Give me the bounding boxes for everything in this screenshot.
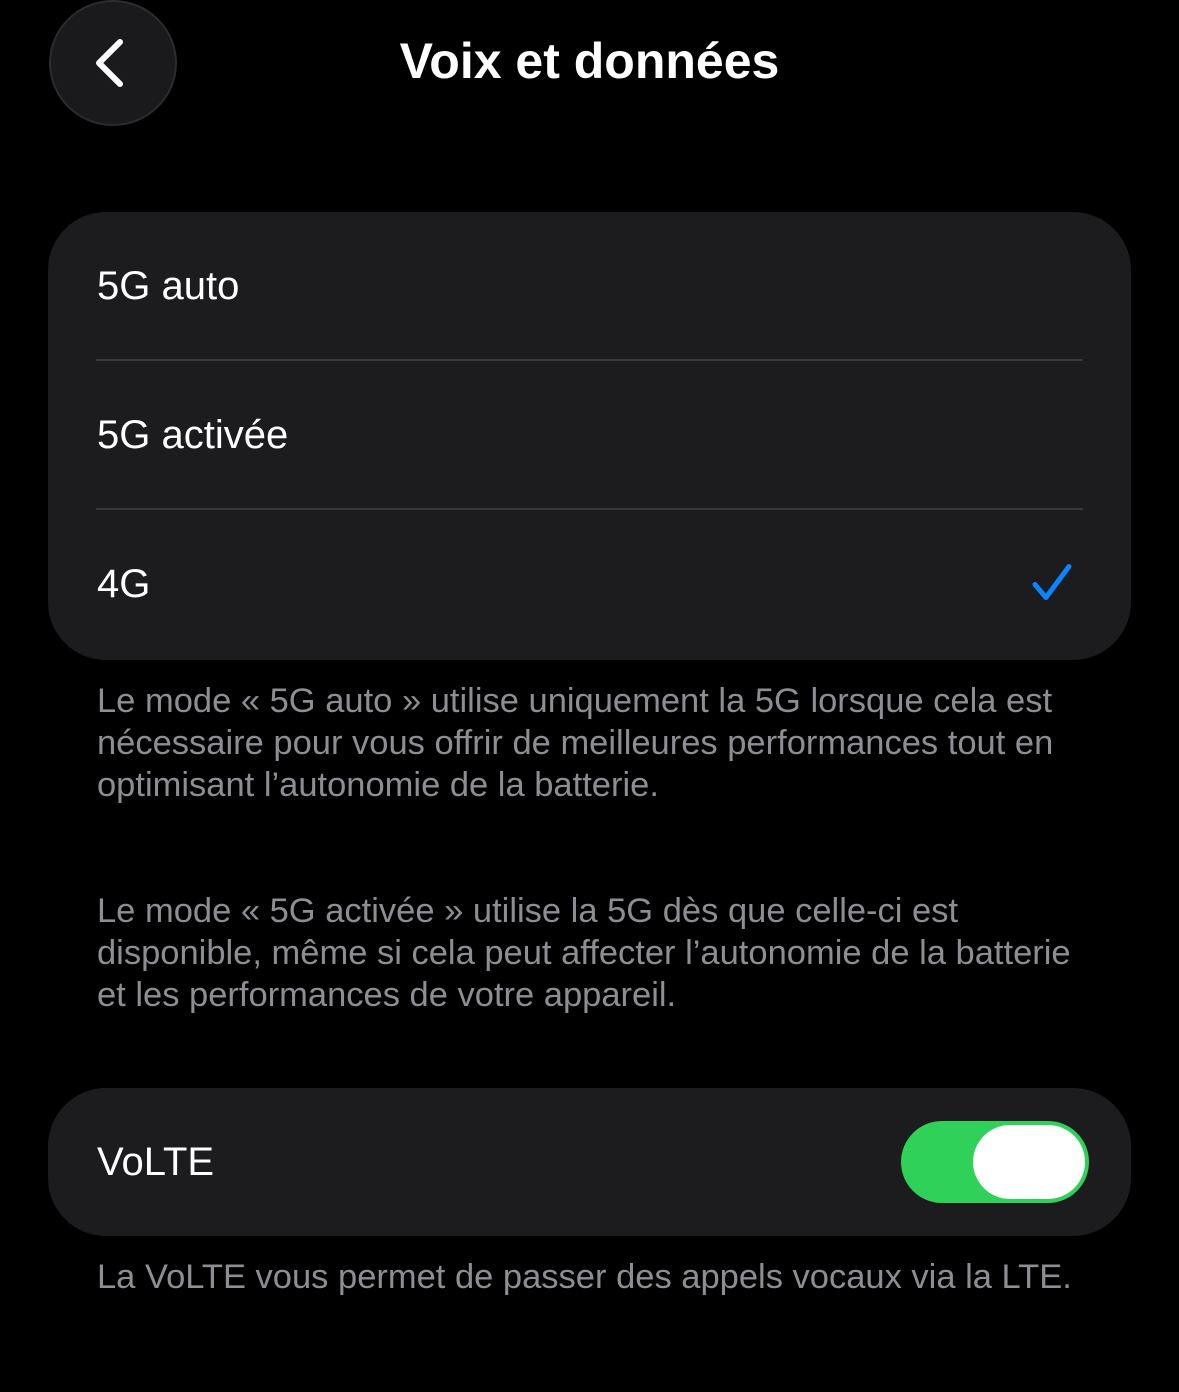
option-5g-on[interactable]: 5G activée xyxy=(48,361,1131,510)
option-label: 5G auto xyxy=(97,264,240,308)
toggle-knob xyxy=(973,1125,1085,1199)
volte-label: VoLTE xyxy=(97,1139,215,1184)
option-5g-auto[interactable]: 5G auto xyxy=(48,212,1131,361)
voice-data-settings-screen: Voix et données 5G auto 5G activée 4G Le… xyxy=(0,0,1179,1392)
volte-toggle[interactable] xyxy=(901,1121,1089,1203)
page-title: Voix et données xyxy=(399,33,780,89)
network-options-group: 5G auto 5G activée 4G xyxy=(48,212,1131,660)
volte-row: VoLTE xyxy=(48,1088,1131,1236)
checkmark-icon xyxy=(1031,562,1073,607)
option-4g[interactable]: 4G xyxy=(48,510,1131,659)
option-label: 4G xyxy=(97,562,151,606)
option-label: 5G activée xyxy=(97,413,289,457)
5g-on-explanation: Le mode « 5G activée » utilise la 5G dès… xyxy=(97,892,1071,1014)
5g-auto-explanation: Le mode « 5G auto » utilise uniquement l… xyxy=(97,682,1054,804)
volte-group: VoLTE xyxy=(48,1088,1131,1236)
volte-description: La VoLTE vous permet de passer des appel… xyxy=(97,1258,1072,1296)
